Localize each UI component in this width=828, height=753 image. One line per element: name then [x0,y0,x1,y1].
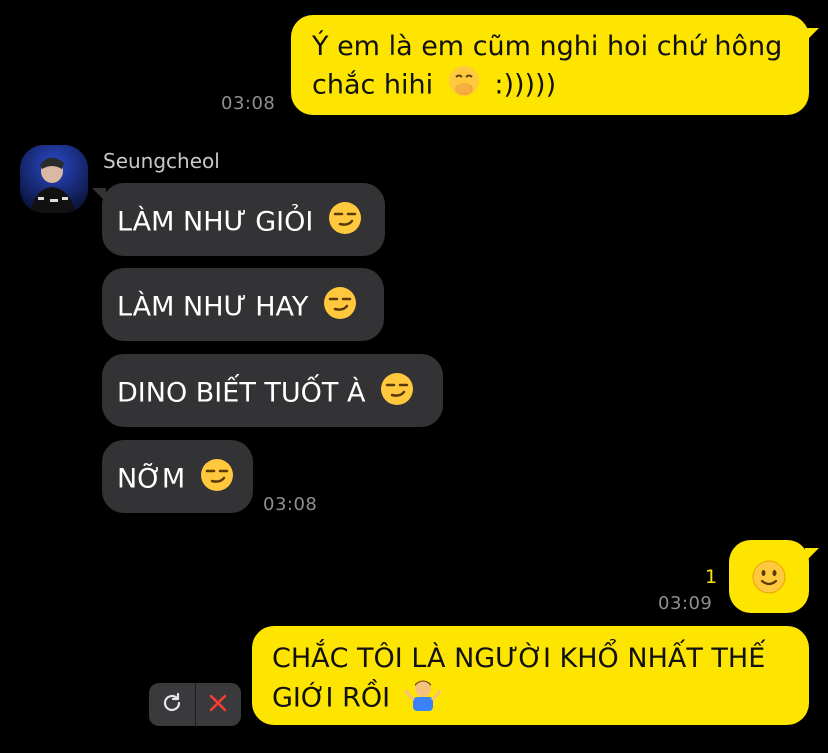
message-bubble-incoming[interactable]: NỠM [102,440,253,513]
message-line: CHẮC TÔI LÀ NGƯỜI KHỔ NHẤT THẾ [272,643,766,674]
message-bubble-outgoing[interactable] [729,540,809,613]
message-bubble-incoming[interactable]: LÀM NHƯ GIỎI [102,183,385,256]
smirk-icon [200,458,234,502]
retry-button[interactable] [149,683,195,726]
message-bubble-outgoing[interactable]: CHẮC TÔI LÀ NGƯỜI KHỔ NHẤT THẾ GIỚI RỒI [252,626,809,725]
message-line: chắc hihi :))))) [312,65,809,107]
smirk-icon [323,286,357,330]
slightly-smiling-face-icon [751,559,787,605]
bubble-tail [805,548,819,562]
message-text: DINO BIẾT TUỐT À [117,377,366,409]
face-hand-over-mouth-icon [448,65,480,107]
smirk-icon [328,201,362,245]
message-time: 03:09 [658,593,713,614]
message-line: Ý em là em cũm nghi hoi chứ hông [312,31,783,62]
message-time: 03:08 [263,494,318,515]
sender-name: Seungcheol [103,149,220,173]
message-bubble-outgoing[interactable]: Ý em là em cũm nghi hoi chứ hông chắc hi… [291,15,809,115]
message-text: LÀM NHƯ GIỎI [117,206,314,238]
message-time: 03:08 [221,93,276,114]
avatar[interactable] [20,145,88,213]
delete-button[interactable] [195,683,241,726]
message-text: LÀM NHƯ HAY [117,291,309,323]
message-line: GIỚI RỒI [272,677,809,721]
bubble-tail [805,28,819,42]
unread-count: 1 [705,566,718,588]
message-text: NỠM [117,463,186,495]
smirk-icon [380,372,414,416]
message-bubble-incoming[interactable]: LÀM NHƯ HAY [102,268,384,341]
refresh-icon [161,692,183,718]
failed-message-actions [149,683,241,726]
close-icon [208,693,228,717]
message-bubble-incoming[interactable]: DINO BIẾT TUỐT À [102,354,443,427]
bubble-tail [92,188,106,202]
person-shrugging-icon [404,677,441,721]
